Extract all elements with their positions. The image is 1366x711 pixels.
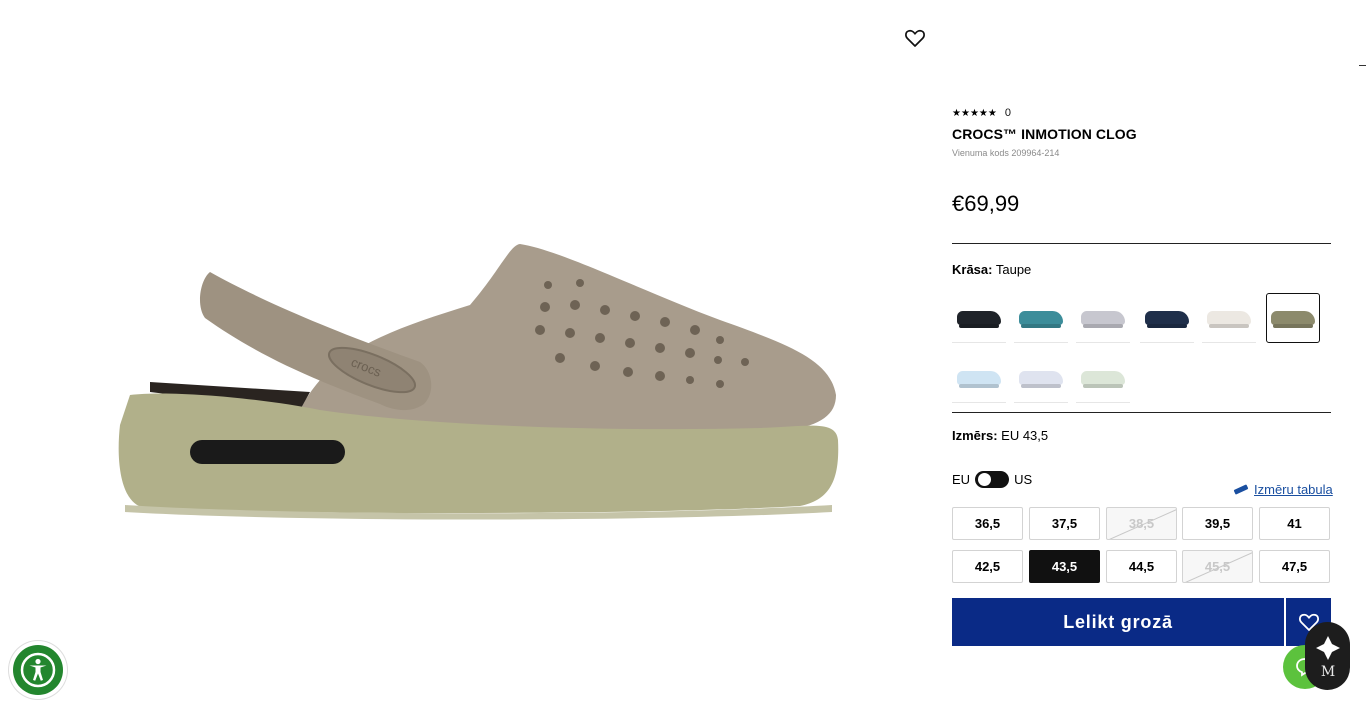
swatch-shoe-icon	[957, 370, 1001, 385]
ruler-icon	[1233, 484, 1249, 495]
add-to-cart-button[interactable]: Lelikt grozā	[952, 598, 1284, 646]
size-option[interactable]: 42,5	[952, 550, 1023, 583]
swatch-shoe-icon	[1081, 310, 1125, 325]
swatch-shoe-icon	[1081, 370, 1125, 385]
swatch-shoe-icon	[957, 310, 1001, 325]
color-swatch[interactable]	[1014, 293, 1068, 343]
color-swatch[interactable]	[1140, 293, 1194, 343]
swatch-shoe-icon	[1271, 311, 1315, 325]
toggle-right-label: US	[1014, 472, 1033, 487]
monogram-icon: M	[1315, 636, 1340, 680]
color-swatch[interactable]	[1014, 353, 1068, 403]
size-system-toggle[interactable]	[975, 471, 1010, 488]
size-option-unavailable[interactable]: 45,5	[1182, 550, 1253, 583]
size-label: Izmērs:	[952, 428, 998, 443]
star-icon: ★	[978, 107, 988, 119]
star-icon: ★	[987, 107, 997, 119]
size-option[interactable]: 47,5	[1259, 550, 1330, 583]
rating-count: 0	[1004, 107, 1011, 119]
size-value: EU 43,5	[1001, 428, 1049, 443]
size-option[interactable]: 36,5	[952, 507, 1023, 540]
color-value: Taupe	[995, 262, 1032, 277]
loyalty-badge[interactable]: M	[1305, 622, 1350, 690]
accessibility-icon	[20, 652, 56, 688]
size-chart-label: Izmēru tabula	[1254, 482, 1333, 497]
size-option[interactable]: 44,5	[1106, 550, 1177, 583]
star-icon: ★	[952, 107, 961, 119]
monogram-letter: M	[1320, 664, 1334, 680]
size-option[interactable]: 39,5	[1182, 507, 1253, 540]
color-swatch[interactable]	[1076, 353, 1130, 403]
divider	[952, 412, 1331, 413]
edge-divider	[1359, 65, 1366, 66]
accessibility-button[interactable]	[9, 641, 67, 699]
size-chart-link[interactable]: Izmēru tabula	[1233, 482, 1333, 497]
divider	[952, 243, 1331, 244]
clog-illustration: crocs	[118, 244, 839, 520]
color-swatch[interactable]	[952, 353, 1006, 403]
toggle-knob	[978, 473, 992, 486]
size-label-row: Izmērs: EU 43,5	[952, 428, 1048, 443]
color-swatch[interactable]	[1202, 293, 1256, 343]
swatch-shoe-icon	[1145, 310, 1189, 325]
color-swatch[interactable]	[952, 293, 1006, 343]
color-swatch-selected[interactable]	[1266, 293, 1320, 343]
size-option[interactable]: 37,5	[1029, 507, 1100, 540]
swatch-shoe-icon	[1019, 310, 1063, 325]
product-image[interactable]: crocs	[0, 0, 940, 706]
size-option[interactable]: 41	[1259, 507, 1330, 540]
color-label: Krāsa:	[952, 262, 993, 277]
swatch-shoe-icon	[1207, 310, 1251, 325]
product-title: CROCS™ INMOTION CLOG	[952, 126, 1137, 142]
size-system-toggle-row: EU US	[952, 471, 1032, 488]
star-icon: ★	[960, 107, 970, 119]
size-option-unavailable[interactable]: 38,5	[1106, 507, 1177, 540]
product-sku: Vienuma kods 209964-214	[952, 148, 1060, 158]
wishlist-heart-icon[interactable]	[903, 26, 927, 50]
size-option-selected[interactable]: 43,5	[1029, 550, 1100, 583]
rating[interactable]: ★ ★ ★ ★ ★ 0	[952, 107, 1011, 119]
product-price: €69,99	[952, 191, 1020, 216]
swatch-shoe-icon	[1019, 370, 1063, 385]
color-swatch[interactable]	[1076, 293, 1130, 343]
toggle-left-label: EU	[952, 472, 971, 487]
star-icon: ★	[969, 107, 979, 119]
color-label-row: Krāsa: Taupe	[952, 262, 1031, 277]
